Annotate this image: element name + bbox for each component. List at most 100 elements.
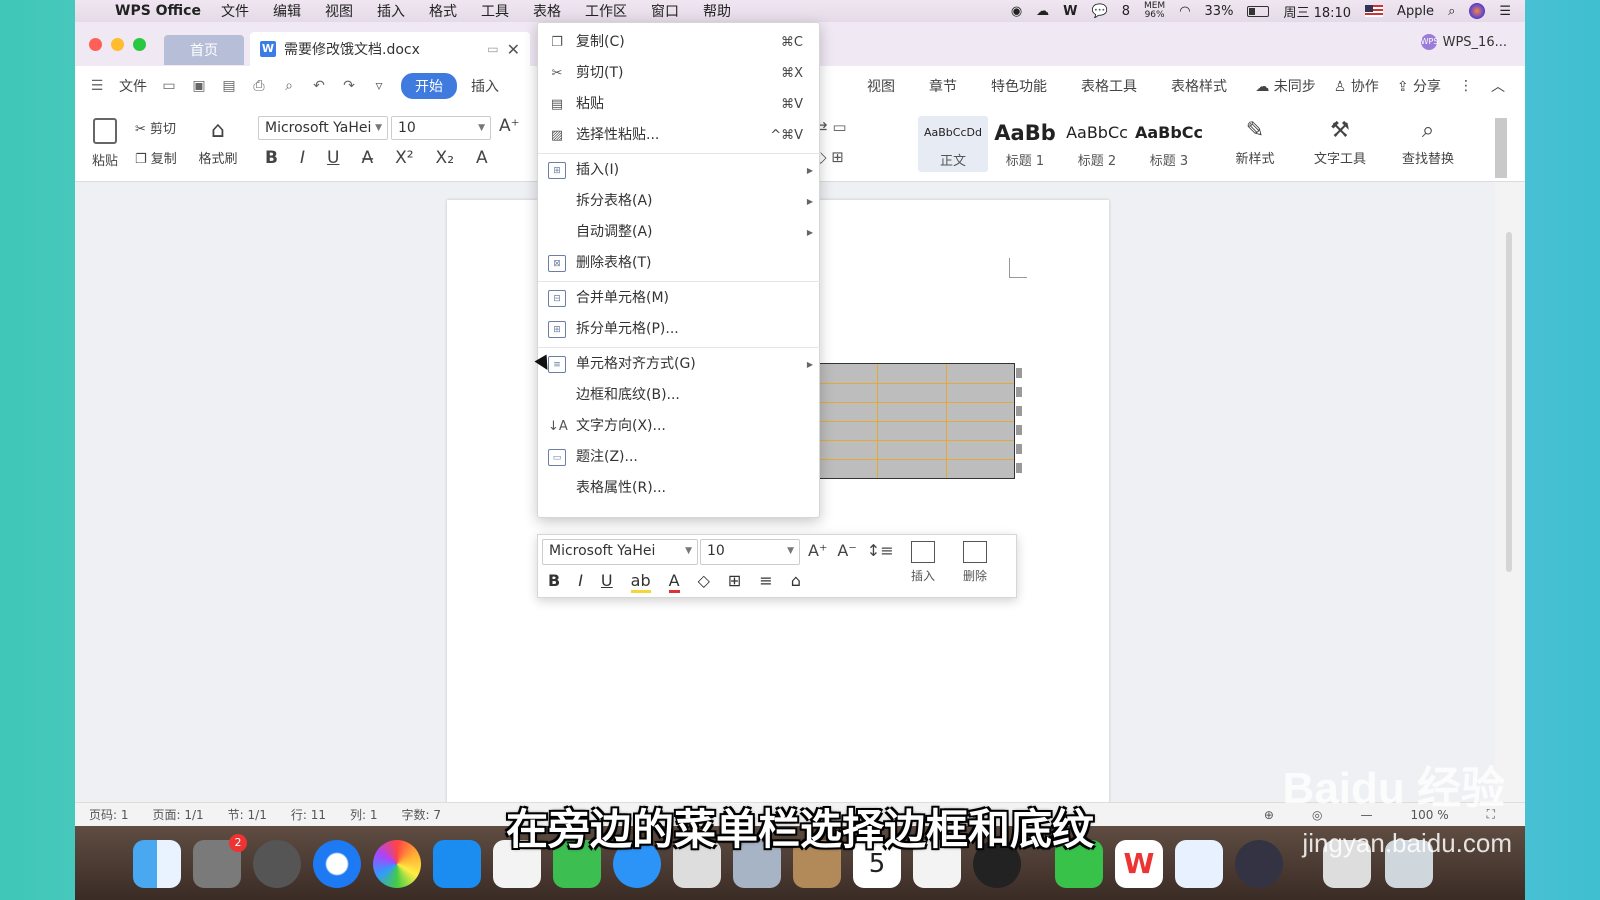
menu-edit[interactable]: 编辑	[273, 1, 301, 21]
menu-item-cut[interactable]: ✂ 剪切(T) ⌘X	[538, 58, 821, 89]
app-store-icon[interactable]	[433, 840, 481, 888]
textedit-icon[interactable]	[913, 840, 961, 888]
siri-icon[interactable]	[1469, 3, 1486, 19]
menu-table[interactable]: 表格	[533, 1, 561, 21]
text-effect-icon[interactable]: A	[476, 148, 488, 168]
style-normal[interactable]: AaBbCcDd 正文	[918, 116, 988, 172]
status-words[interactable]: 字数: 7	[401, 806, 441, 823]
battery-icon[interactable]	[1247, 5, 1270, 17]
tab-view[interactable]: 视图	[867, 76, 895, 96]
superscript-icon[interactable]: X²	[395, 148, 413, 168]
collab-button[interactable]: ♙ 协作	[1334, 76, 1379, 96]
launchpad-icon[interactable]	[253, 840, 301, 888]
underline-icon[interactable]: U	[601, 571, 613, 593]
messages-icon[interactable]	[613, 840, 661, 888]
menu-item-autofit[interactable]: 自动调整(A) ▶	[538, 217, 821, 248]
menu-item-split-cells[interactable]: ⊞ 拆分单元格(P)...	[538, 314, 821, 345]
border-icon[interactable]: ⊞	[728, 571, 741, 593]
maps-icon[interactable]	[673, 840, 721, 888]
style-heading-2[interactable]: AaBbCc 标题 2	[1062, 116, 1132, 172]
format-painter-button[interactable]: ⌂ 格式刷	[198, 118, 238, 167]
wps-office-icon[interactable]: W	[1115, 840, 1163, 888]
app-menu[interactable]: WPS Office	[115, 3, 201, 19]
italic-icon[interactable]: I	[578, 571, 583, 593]
document-table[interactable]	[802, 363, 1022, 479]
calendar-icon[interactable]: 5	[853, 840, 901, 888]
quicktime-icon[interactable]	[1235, 840, 1283, 888]
menu-help[interactable]: 帮助	[703, 1, 731, 21]
user-name[interactable]: Apple	[1397, 4, 1434, 19]
notification-center-icon[interactable]: ☰	[1499, 4, 1511, 19]
print-icon[interactable]: ⎙	[251, 78, 267, 94]
align-icon[interactable]: ≡	[759, 571, 772, 593]
facetime-icon[interactable]	[553, 840, 601, 888]
notes-folder-icon[interactable]	[793, 840, 841, 888]
grow-font-icon[interactable]: A⁺	[499, 116, 520, 136]
vertical-scrollbar[interactable]	[1495, 182, 1525, 802]
mini-font-family-select[interactable]: Microsoft YaHei ▼	[542, 539, 698, 565]
monitor-icon[interactable]: ▭	[487, 42, 498, 56]
cut-button[interactable]: ✂ 剪切	[135, 118, 176, 137]
wechat-tray-icon[interactable]: 💬	[1092, 4, 1108, 19]
globe-icon[interactable]: ⊕	[1264, 808, 1274, 822]
menu-view[interactable]: 视图	[325, 1, 353, 21]
spotlight-search-icon[interactable]: ⌕	[1448, 4, 1455, 19]
italic-icon[interactable]: I	[300, 148, 305, 168]
minimize-window-button[interactable]	[111, 37, 124, 51]
qq-icon[interactable]	[973, 840, 1021, 888]
input-source-flag-icon[interactable]	[1365, 5, 1384, 17]
baidu-netdisk-icon[interactable]	[1175, 840, 1223, 888]
menu-item-cell-alignment[interactable]: ≡ 单元格对齐方式(G) ▶	[538, 349, 821, 380]
menu-workspace[interactable]: 工作区	[585, 1, 627, 21]
tab-insert[interactable]: 插入	[471, 76, 499, 96]
menu-format[interactable]: 格式	[429, 1, 457, 21]
hamburger-menu-icon[interactable]: ☰	[89, 78, 105, 94]
menu-insert[interactable]: 插入	[377, 1, 405, 21]
close-tab-icon[interactable]: ✕	[507, 40, 520, 59]
system-preferences-icon[interactable]: 2	[193, 834, 247, 888]
close-window-button[interactable]	[89, 37, 102, 51]
menu-item-split-table[interactable]: 拆分表格(A) ▶	[538, 186, 821, 217]
tab-chapter[interactable]: 章节	[929, 76, 957, 96]
font-color-icon[interactable]: A	[668, 571, 680, 593]
collapse-ribbon-icon[interactable]: ︿	[1491, 76, 1505, 96]
export-pdf-icon[interactable]: ▤	[221, 78, 237, 94]
text-tools-button[interactable]: ⚒ 文字工具	[1305, 118, 1375, 167]
more-icon[interactable]: ⋮	[1459, 78, 1473, 94]
menu-item-borders-shading[interactable]: 边框和底纹(B)...	[538, 380, 821, 411]
bold-icon[interactable]: B	[548, 571, 560, 593]
sync-status[interactable]: ☁ 未同步	[1255, 76, 1315, 96]
preview-icon[interactable]	[733, 840, 781, 888]
file-menu[interactable]: 文件	[119, 76, 147, 96]
highlight-icon[interactable]: ab	[630, 571, 651, 593]
format-painter-icon[interactable]: ⌂	[791, 571, 801, 593]
fullscreen-window-button[interactable]	[133, 37, 146, 51]
tab-home[interactable]: 首页	[164, 35, 244, 65]
menu-item-copy[interactable]: ❐ 复制(C) ⌘C	[538, 27, 821, 58]
menu-item-paste[interactable]: ▤ 粘贴 ⌘V	[538, 89, 821, 120]
finder-icon[interactable]	[133, 840, 181, 888]
safari-icon[interactable]	[313, 840, 361, 888]
strikethrough-icon[interactable]: A̶	[361, 148, 373, 168]
menu-item-delete-table[interactable]: ⊠ 删除表格(T)	[538, 248, 821, 279]
print-preview-icon[interactable]: ⌕	[281, 78, 297, 94]
mini-delete-button[interactable]: 删除	[952, 541, 998, 584]
clock[interactable]: 周三 18:10	[1283, 2, 1351, 21]
menu-item-merge-cells[interactable]: ⊟ 合并单元格(M)	[538, 283, 821, 314]
shrink-font-icon[interactable]: A⁻	[837, 541, 856, 560]
redo-icon[interactable]: ↷	[341, 78, 357, 94]
grow-font-icon[interactable]: A⁺	[808, 541, 827, 560]
copy-button[interactable]: ❐ 复制	[135, 148, 177, 167]
find-replace-button[interactable]: ⌕ 查找替换	[1393, 118, 1463, 167]
tab-table-tools[interactable]: 表格工具	[1081, 76, 1137, 96]
bold-icon[interactable]: B	[265, 148, 278, 168]
shading-icon[interactable]: ◇	[698, 571, 710, 593]
wechat-icon[interactable]	[1055, 840, 1103, 888]
side-panel-toggle[interactable]	[1495, 118, 1507, 178]
tab-table-style[interactable]: 表格样式	[1171, 76, 1227, 96]
menu-item-caption[interactable]: ▭ 题注(Z)...	[538, 442, 821, 473]
subscript-icon[interactable]: X₂	[436, 148, 454, 168]
style-heading-1[interactable]: AaBb 标题 1	[990, 116, 1060, 172]
undo-icon[interactable]: ↶	[311, 78, 327, 94]
wps-tray-icon[interactable]: W	[1063, 4, 1077, 19]
